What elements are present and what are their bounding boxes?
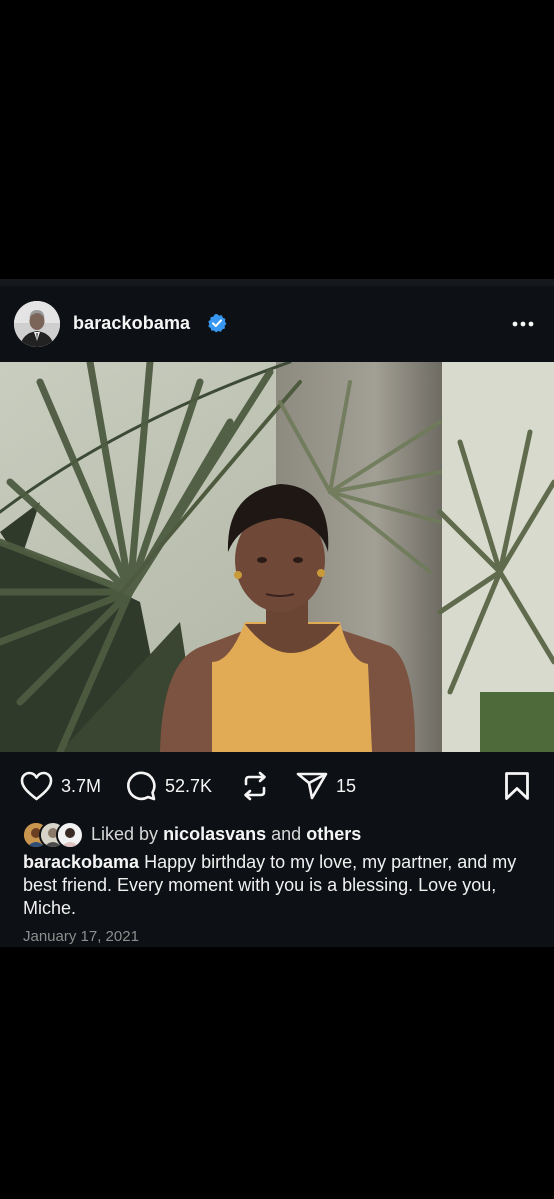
post-username[interactable]: barackobama <box>73 313 190 334</box>
bookmark-icon <box>504 771 530 801</box>
post-card: barackobama 3.7M 52.7K 15 Liked by nicol… <box>0 279 554 947</box>
liked-by-user[interactable]: nicolasvans <box>163 824 266 844</box>
post-actions: 3.7M 52.7K 15 <box>0 766 554 806</box>
caption: barackobama Happy birthday to my love, m… <box>23 851 533 920</box>
liked-by-row[interactable]: Liked by nicolasvans and others <box>22 821 542 849</box>
liked-by-connector: and <box>271 824 302 844</box>
avatar[interactable] <box>14 301 60 347</box>
comment-button[interactable]: 52.7K <box>125 770 212 802</box>
post-header: barackobama <box>0 286 554 362</box>
post-photo[interactable] <box>0 362 554 752</box>
send-icon <box>296 771 328 801</box>
liker-avatar <box>56 821 84 849</box>
screen: barackobama 3.7M 52.7K 15 Liked by nicol… <box>0 0 554 1199</box>
comment-count: 52.7K <box>165 775 213 796</box>
liked-by-prefix: Liked by <box>91 824 159 844</box>
repost-button[interactable] <box>240 770 270 802</box>
like-count: 3.7M <box>61 775 102 796</box>
caption-username[interactable]: barackobama <box>23 852 139 872</box>
divider <box>0 279 554 286</box>
share-button[interactable]: 15 <box>296 770 356 802</box>
like-button[interactable]: 3.7M <box>20 770 101 802</box>
more-options-icon[interactable] <box>506 312 540 336</box>
liked-by-text: Liked by nicolasvans and others <box>91 824 361 845</box>
liked-by-others[interactable]: others <box>306 824 361 844</box>
heart-icon <box>20 771 53 801</box>
comment-icon <box>125 770 157 802</box>
repost-icon <box>240 770 270 802</box>
verified-badge-icon <box>207 313 227 333</box>
share-count: 15 <box>336 775 357 796</box>
save-button[interactable] <box>504 770 530 802</box>
post-date: January 17, 2021 <box>23 928 139 945</box>
